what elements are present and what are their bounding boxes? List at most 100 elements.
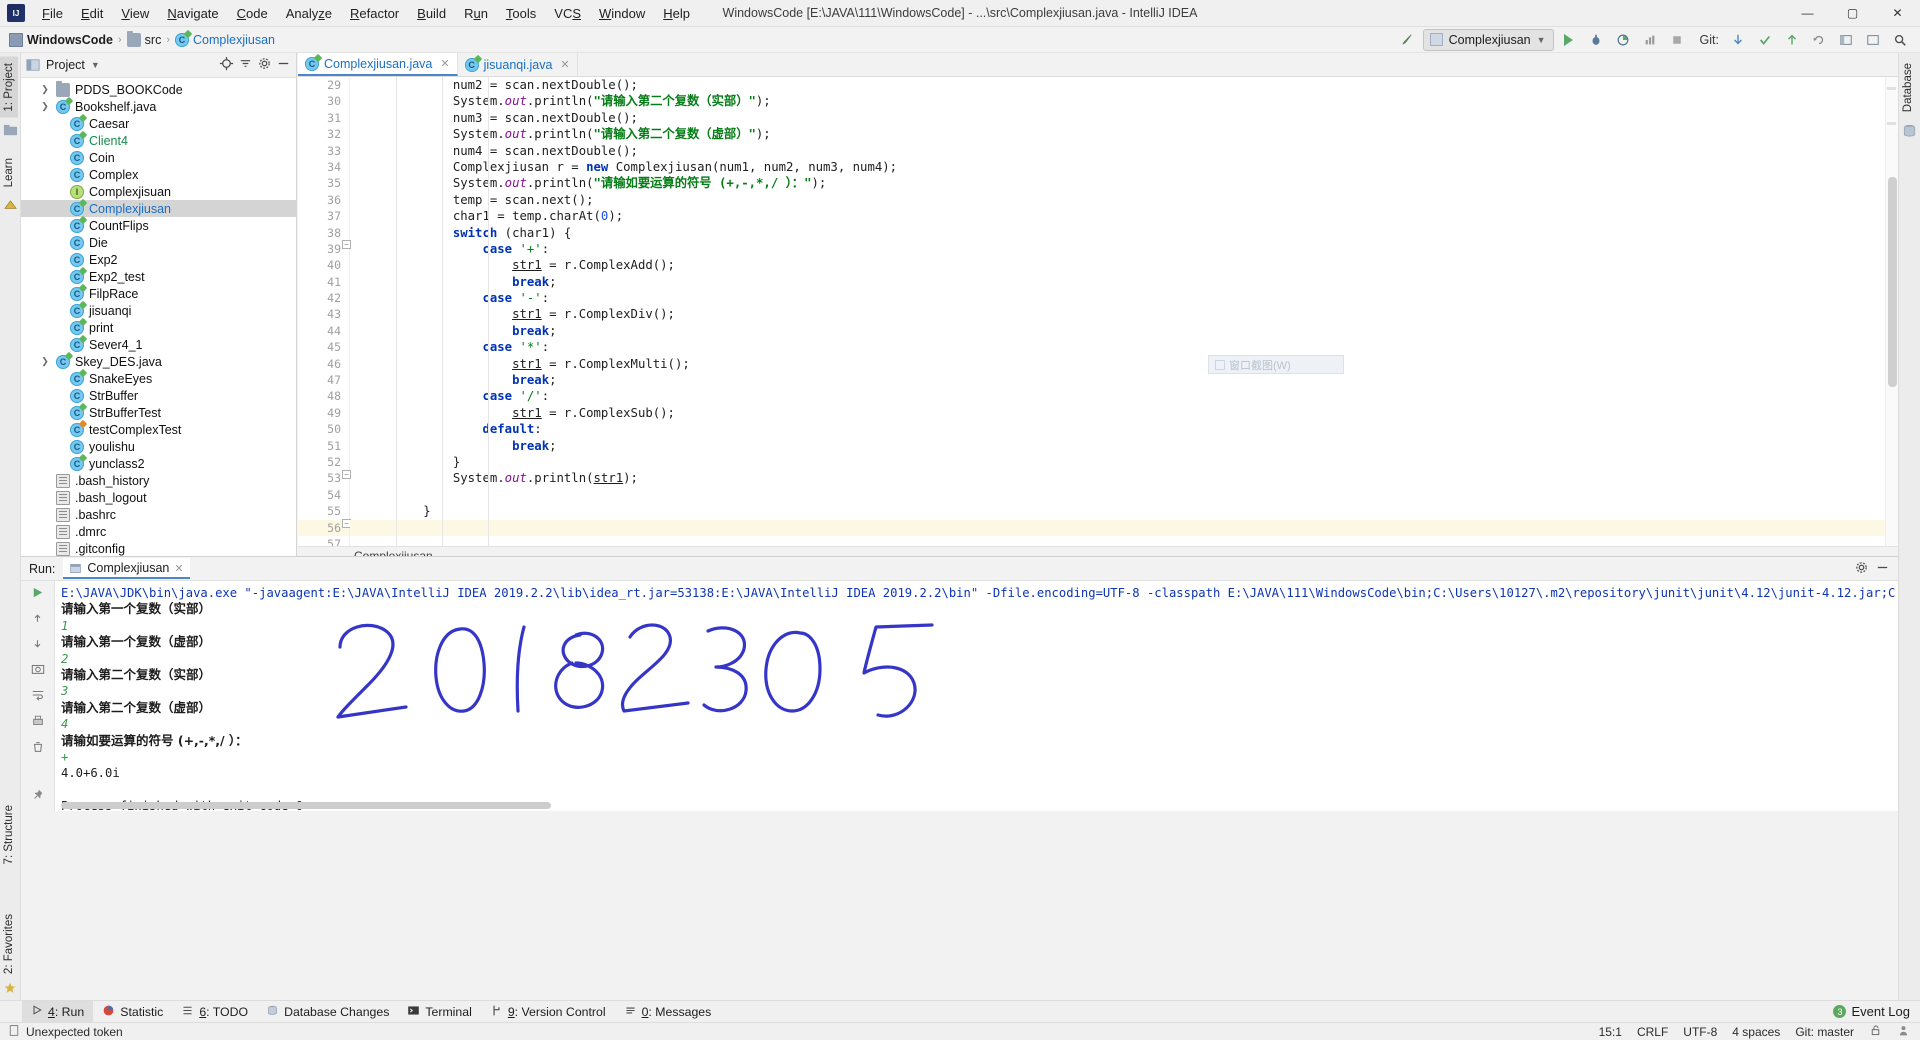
bottom-tab-terminal[interactable]: Terminal	[398, 1001, 480, 1022]
inspection-icon[interactable]	[1897, 1024, 1910, 1040]
code-editor[interactable]: − − − 29 30 31 32 33 34 35 36 37 38 39 40 41 42 43 44 45…	[298, 77, 1898, 546]
search-icon[interactable]	[1888, 29, 1912, 51]
collapse-all-icon[interactable]	[238, 56, 253, 74]
code-line[interactable]: str1 = r.ComplexMulti();	[350, 356, 1898, 372]
code-line[interactable]: temp = scan.next();	[350, 192, 1898, 208]
tree-node[interactable]: ❯ PDDS_BOOKCode	[21, 80, 296, 98]
layout-icon[interactable]	[1834, 29, 1858, 51]
code-line[interactable]: num4 = scan.nextDouble();	[350, 143, 1898, 159]
menu-analyze[interactable]: Analyze	[277, 2, 341, 25]
menu-window[interactable]: Window	[590, 2, 654, 25]
tree-node[interactable]: .dmrc	[21, 523, 296, 540]
profile-button[interactable]	[1638, 29, 1662, 51]
tree-node[interactable]: Client4	[21, 132, 296, 149]
run-with-coverage-button[interactable]	[1611, 29, 1635, 51]
stop-button[interactable]	[1665, 29, 1689, 51]
scroll-down-icon[interactable]	[31, 637, 44, 653]
code-line[interactable]: Complexjiusan r = new Complexjiusan(num1…	[350, 159, 1898, 175]
git-update-icon[interactable]	[1726, 29, 1750, 51]
tree-node[interactable]: yunclass2	[21, 455, 296, 472]
code-line[interactable]: }	[350, 503, 1898, 519]
breadcrumb-class[interactable]: Complexjiusan	[172, 32, 278, 48]
editor-tab[interactable]: jisuanqi.java ✕	[458, 53, 578, 76]
tree-node[interactable]: Complexjisuan	[21, 183, 296, 200]
chevron-down-icon[interactable]: ▼	[91, 60, 100, 70]
run-button[interactable]	[1557, 29, 1581, 51]
tree-node[interactable]: .bash_logout	[21, 489, 296, 506]
tree-node[interactable]: ❯ Bookshelf.java	[21, 98, 296, 115]
tool-tab-learn[interactable]: Learn	[0, 152, 18, 193]
tool-tab-favorites[interactable]: 2: Favorites	[0, 908, 18, 980]
close-icon[interactable]: ✕	[440, 57, 449, 70]
code-line[interactable]: System.out.println("请输入第二个复数（实部）");	[350, 93, 1898, 109]
code-line[interactable]: str1 = r.ComplexSub();	[350, 405, 1898, 421]
tree-node[interactable]: Complex	[21, 166, 296, 183]
menu-code[interactable]: Code	[228, 2, 277, 25]
console-horizontal-scrollbar[interactable]	[61, 802, 551, 809]
learn-strip-icon[interactable]	[0, 198, 20, 213]
breadcrumb-project[interactable]: WindowsCode	[6, 32, 116, 48]
tool-tab-structure[interactable]: 7: Structure	[0, 799, 18, 870]
lock-icon[interactable]	[1869, 1024, 1882, 1040]
event-log-button[interactable]: 3 Event Log	[1833, 1004, 1920, 1019]
bottom-tab-4-run[interactable]: 4: Run	[22, 1001, 94, 1022]
menu-run[interactable]: Run	[455, 2, 497, 25]
run-configuration-selector[interactable]: Complexjiusan ▼	[1422, 28, 1554, 51]
code-line[interactable]: switch (char1) {	[350, 225, 1898, 241]
tree-node[interactable]: ❯ Skey_DES.java	[21, 353, 296, 370]
hide-panel-icon[interactable]	[1875, 560, 1890, 578]
project-strip-icon[interactable]	[0, 123, 20, 138]
tree-node[interactable]: Caesar	[21, 115, 296, 132]
print-icon[interactable]	[31, 714, 45, 731]
git-rollback-icon[interactable]	[1807, 29, 1831, 51]
tree-node[interactable]: youlishu	[21, 438, 296, 455]
expand-arrow-icon[interactable]: ❯	[39, 84, 51, 95]
menu-view[interactable]: View	[112, 2, 158, 25]
caret-position[interactable]: 15:1	[1599, 1025, 1622, 1039]
tree-node[interactable]: .gitconfig	[21, 540, 296, 557]
bottom-tab-database-changes[interactable]: Database Changes	[257, 1001, 398, 1022]
clear-all-icon[interactable]	[31, 740, 45, 757]
code-line[interactable]: num3 = scan.nextDouble();	[350, 110, 1898, 126]
tree-node[interactable]: Exp2	[21, 251, 296, 268]
code-line[interactable]: default:	[350, 421, 1898, 437]
tree-node[interactable]: testComplexTest	[21, 421, 296, 438]
git-push-icon[interactable]	[1780, 29, 1804, 51]
editor-scrollbar-thumb[interactable]	[1888, 177, 1897, 387]
console-output[interactable]: E:\JAVA\JDK\bin\java.exe "-javaagent:E:\…	[55, 581, 1898, 811]
menu-help[interactable]: Help	[654, 2, 699, 25]
code-line[interactable]	[350, 536, 1898, 546]
code-line[interactable]: break;	[350, 274, 1898, 290]
indent-setting[interactable]: 4 spaces	[1732, 1025, 1780, 1039]
menu-build[interactable]: Build	[408, 2, 455, 25]
code-line[interactable]: }	[350, 454, 1898, 470]
code-line[interactable]: str1 = r.ComplexAdd();	[350, 257, 1898, 273]
menu-tools[interactable]: Tools	[497, 2, 545, 25]
maximize-button[interactable]: ▢	[1830, 0, 1875, 27]
tree-node[interactable]: Sever4_1	[21, 336, 296, 353]
expand-arrow-icon[interactable]: ❯	[39, 356, 51, 367]
code-line[interactable]: num2 = scan.nextDouble();	[350, 77, 1898, 93]
scroll-up-icon[interactable]	[31, 612, 44, 628]
code-line[interactable]: break;	[350, 323, 1898, 339]
rerun-icon[interactable]	[30, 585, 45, 603]
menu-refactor[interactable]: Refactor	[341, 2, 408, 25]
minimize-panel-icon[interactable]	[1861, 29, 1885, 51]
code-line[interactable]: System.out.println(str1);	[350, 470, 1898, 486]
locate-icon[interactable]	[219, 56, 234, 74]
code-line[interactable]: case '/':	[350, 388, 1898, 404]
project-tree[interactable]: ❯ PDDS_BOOKCode ❯ Bookshelf.java Caesar Clien…	[21, 78, 296, 565]
close-icon[interactable]: ✕	[174, 562, 183, 575]
tool-tab-project[interactable]: 1: Project	[0, 57, 18, 118]
tree-node[interactable]: .bashrc	[21, 506, 296, 523]
tree-node[interactable]: Coin	[21, 149, 296, 166]
editor-tab[interactable]: Complexjiusan.java ✕	[298, 53, 458, 76]
menu-vcs[interactable]: VCS	[545, 2, 590, 25]
minimize-button[interactable]: —	[1785, 0, 1830, 27]
tree-node[interactable]: Exp2_test	[21, 268, 296, 285]
code-line[interactable]: break;	[350, 372, 1898, 388]
breadcrumb-src[interactable]: src	[124, 30, 165, 48]
favorites-star-icon[interactable]	[3, 981, 17, 998]
pin-icon[interactable]	[31, 788, 45, 805]
camera-icon[interactable]	[31, 662, 45, 679]
